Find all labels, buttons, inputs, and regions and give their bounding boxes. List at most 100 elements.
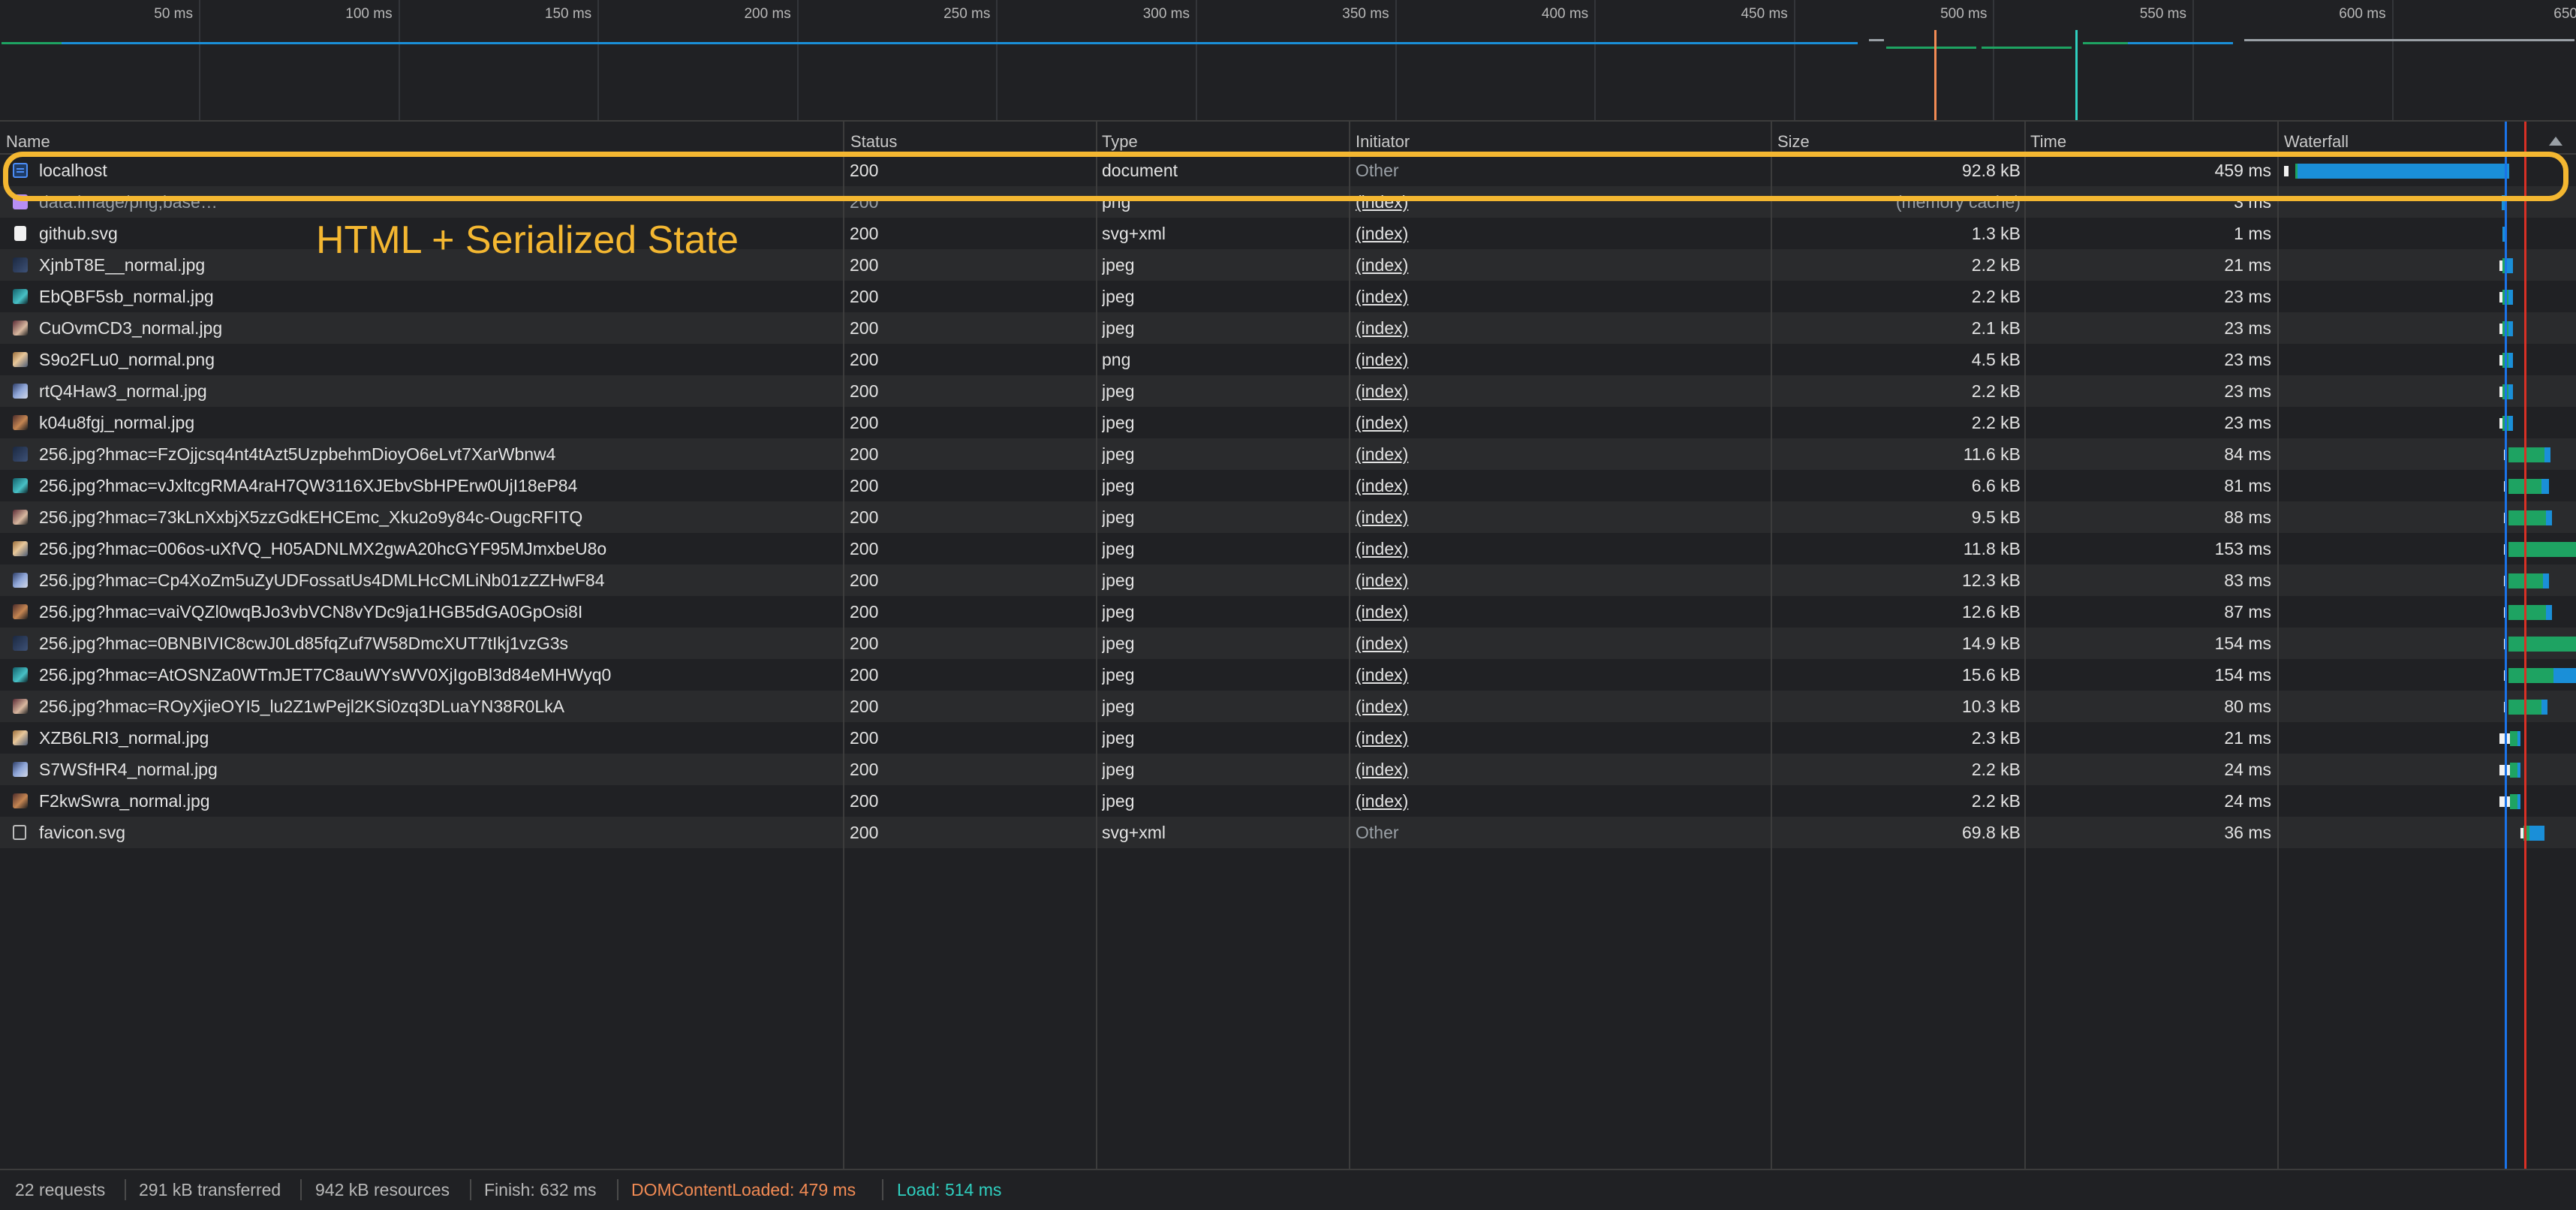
overview-gridline: [2192, 0, 2194, 120]
waterfall-download-bar: [2508, 321, 2513, 336]
request-name[interactable]: favicon.svg: [39, 817, 835, 848]
request-name[interactable]: 256.jpg?hmac=73kLnXxbjX5zzGdkEHCEmc_Xku2…: [39, 501, 835, 533]
request-initiator[interactable]: (index): [1356, 218, 1761, 249]
column-divider[interactable]: [1349, 122, 1350, 1169]
table-row[interactable]: 256.jpg?hmac=vJxltcgRMA4raH7QW3116XJEbvS…: [0, 470, 2576, 501]
network-panel: 50 ms 100 ms 150 ms 200 ms 250 ms 300 ms 350 m…: [0, 0, 2576, 1210]
request-name[interactable]: F2kwSwra_normal.jpg: [39, 785, 835, 817]
table-row[interactable]: S9o2FLu0_normal.png 200 png (index) 4.5 kB 23…: [0, 344, 2576, 375]
request-initiator[interactable]: (index): [1356, 596, 1761, 628]
header-time[interactable]: Time: [2030, 132, 2066, 152]
request-initiator[interactable]: (index): [1356, 344, 1761, 375]
column-divider[interactable]: [1771, 122, 1772, 1169]
table-row[interactable]: 256.jpg?hmac=ROyXjieOYI5_lu2Z1wPejl2KSi0…: [0, 691, 2576, 722]
header-initiator[interactable]: Initiator: [1356, 132, 1410, 152]
request-initiator[interactable]: (index): [1356, 533, 1761, 564]
request-name[interactable]: 256.jpg?hmac=vJxltcgRMA4raH7QW3116XJEbvS…: [39, 470, 835, 501]
request-name[interactable]: 256.jpg?hmac=FzOjjcsq4nt4tAzt5UzpbehmDio…: [39, 438, 835, 470]
request-initiator[interactable]: (index): [1356, 754, 1761, 785]
request-initiator[interactable]: (index): [1356, 722, 1761, 754]
request-time: 81 ms: [2224, 476, 2271, 495]
table-row[interactable]: 256.jpg?hmac=73kLnXxbjX5zzGdkEHCEmc_Xku2…: [0, 501, 2576, 533]
table-row[interactable]: 256.jpg?hmac=Cp4XoZm5uZyUDFossatUs4DMLHc…: [0, 564, 2576, 596]
table-row[interactable]: 256.jpg?hmac=AtOSNZa0WTmJET7C8auWYsWV0Xj…: [0, 659, 2576, 691]
overview-tick-label: 600 ms: [2339, 6, 2386, 22]
table-row[interactable]: k04u8fgj_normal.jpg 200 jpeg (index) 2.2 kB 2…: [0, 407, 2576, 438]
table-row[interactable]: S7WSfHR4_normal.jpg 200 jpeg (index) 2.2 kB 2…: [0, 754, 2576, 785]
request-initiator[interactable]: (index): [1356, 375, 1761, 407]
request-initiator[interactable]: (index): [1356, 785, 1761, 817]
request-initiator[interactable]: (index): [1356, 691, 1761, 722]
request-status: 200: [850, 570, 879, 590]
request-size: 1.3 kB: [1971, 224, 2021, 243]
overview-request-bar: [2083, 42, 2128, 44]
request-status: 200: [850, 728, 879, 748]
request-name[interactable]: EbQBF5sb_normal.jpg: [39, 281, 835, 312]
request-time: 23 ms: [2224, 381, 2271, 401]
request-initiator[interactable]: (index): [1356, 501, 1761, 533]
request-type: jpeg: [1102, 791, 1135, 811]
waterfall-download-bar: [2541, 479, 2549, 494]
table-row[interactable]: 256.jpg?hmac=0BNBIVIC8cwJ0Ld85fqZuf7W58D…: [0, 628, 2576, 659]
request-initiator[interactable]: (index): [1356, 564, 1761, 596]
request-time: 24 ms: [2224, 760, 2271, 779]
waterfall-waiting-bar: [2510, 794, 2517, 809]
request-initiator[interactable]: (index): [1356, 628, 1761, 659]
header-size[interactable]: Size: [1777, 132, 1810, 152]
image-thumbnail-icon: [13, 699, 28, 714]
column-divider[interactable]: [2277, 122, 2279, 1169]
request-name[interactable]: 256.jpg?hmac=Cp4XoZm5uZyUDFossatUs4DMLHc…: [39, 564, 835, 596]
table-row[interactable]: favicon.svg 200 svg+xml Other 69.8 kB 36 ms: [0, 817, 2576, 848]
overview-tick-label: 500 ms: [1940, 6, 1988, 22]
image-thumbnail-icon: [13, 604, 28, 619]
table-row[interactable]: F2kwSwra_normal.jpg 200 jpeg (index) 2.2 kB 2…: [0, 785, 2576, 817]
request-name[interactable]: 256.jpg?hmac=0BNBIVIC8cwJ0Ld85fqZuf7W58D…: [39, 628, 835, 659]
table-row[interactable]: rtQ4Haw3_normal.jpg 200 jpeg (index) 2.2 kB 2…: [0, 375, 2576, 407]
request-name[interactable]: S7WSfHR4_normal.jpg: [39, 754, 835, 785]
request-initiator[interactable]: (index): [1356, 659, 1761, 691]
sort-ascending-icon[interactable]: [2549, 137, 2562, 146]
network-overview-timeline[interactable]: 50 ms 100 ms 150 ms 200 ms 250 ms 300 ms 350 m…: [0, 0, 2576, 122]
request-name[interactable]: 256.jpg?hmac=AtOSNZa0WTmJET7C8auWYsWV0Xj…: [39, 659, 835, 691]
request-initiator[interactable]: (index): [1356, 407, 1761, 438]
header-status[interactable]: Status: [850, 132, 897, 152]
request-count: 22 requests: [15, 1180, 106, 1199]
request-name[interactable]: 256.jpg?hmac=006os-uXfVQ_H05ADNLMX2gwA20…: [39, 533, 835, 564]
request-name[interactable]: k04u8fgj_normal.jpg: [39, 407, 835, 438]
waterfall-download-bar: [2507, 258, 2513, 273]
request-initiator[interactable]: (index): [1356, 312, 1761, 344]
request-type: svg+xml: [1102, 224, 1166, 243]
column-divider[interactable]: [1096, 122, 1097, 1169]
request-size: 69.8 kB: [1962, 823, 2021, 842]
request-name[interactable]: 256.jpg?hmac=ROyXjieOYI5_lu2Z1wPejl2KSi0…: [39, 691, 835, 722]
overview-request-bar: [2, 42, 62, 44]
header-name[interactable]: Name: [6, 132, 50, 152]
request-status: 200: [850, 823, 879, 842]
request-type: svg+xml: [1102, 823, 1166, 842]
table-row[interactable]: 256.jpg?hmac=FzOjjcsq4nt4tAzt5UzpbehmDio…: [0, 438, 2576, 470]
table-row[interactable]: EbQBF5sb_normal.jpg 200 jpeg (index) 2.2 kB 2…: [0, 281, 2576, 312]
table-row[interactable]: CuOvmCD3_normal.jpg 200 jpeg (index) 2.1 kB 2…: [0, 312, 2576, 344]
request-initiator[interactable]: (index): [1356, 470, 1761, 501]
request-initiator[interactable]: (index): [1356, 249, 1761, 281]
column-divider[interactable]: [843, 122, 844, 1169]
request-initiator[interactable]: (index): [1356, 281, 1761, 312]
request-name[interactable]: rtQ4Haw3_normal.jpg: [39, 375, 835, 407]
table-row[interactable]: XZB6LRI3_normal.jpg 200 jpeg (index) 2.3 kB 2…: [0, 722, 2576, 754]
request-name[interactable]: 256.jpg?hmac=vaiVQZl0wqBJo3vbVCN8vYDc9ja…: [39, 596, 835, 628]
table-row[interactable]: 256.jpg?hmac=006os-uXfVQ_H05ADNLMX2gwA20…: [0, 533, 2576, 564]
request-name[interactable]: XZB6LRI3_normal.jpg: [39, 722, 835, 754]
request-status: 200: [850, 287, 879, 306]
header-type[interactable]: Type: [1102, 132, 1138, 152]
table-row[interactable]: 256.jpg?hmac=vaiVQZl0wqBJo3vbVCN8vYDc9ja…: [0, 596, 2576, 628]
request-name[interactable]: S9o2FLu0_normal.png: [39, 344, 835, 375]
request-type: jpeg: [1102, 634, 1135, 653]
request-initiator[interactable]: (index): [1356, 438, 1761, 470]
header-waterfall[interactable]: Waterfall: [2284, 132, 2349, 152]
request-type: jpeg: [1102, 665, 1135, 685]
column-divider[interactable]: [2024, 122, 2026, 1169]
request-status: 200: [850, 539, 879, 558]
table-header: Name Status Type Initiator Size Time Wat…: [0, 122, 2576, 155]
request-name[interactable]: CuOvmCD3_normal.jpg: [39, 312, 835, 344]
overview-tick-label: 550 ms: [2139, 6, 2186, 22]
